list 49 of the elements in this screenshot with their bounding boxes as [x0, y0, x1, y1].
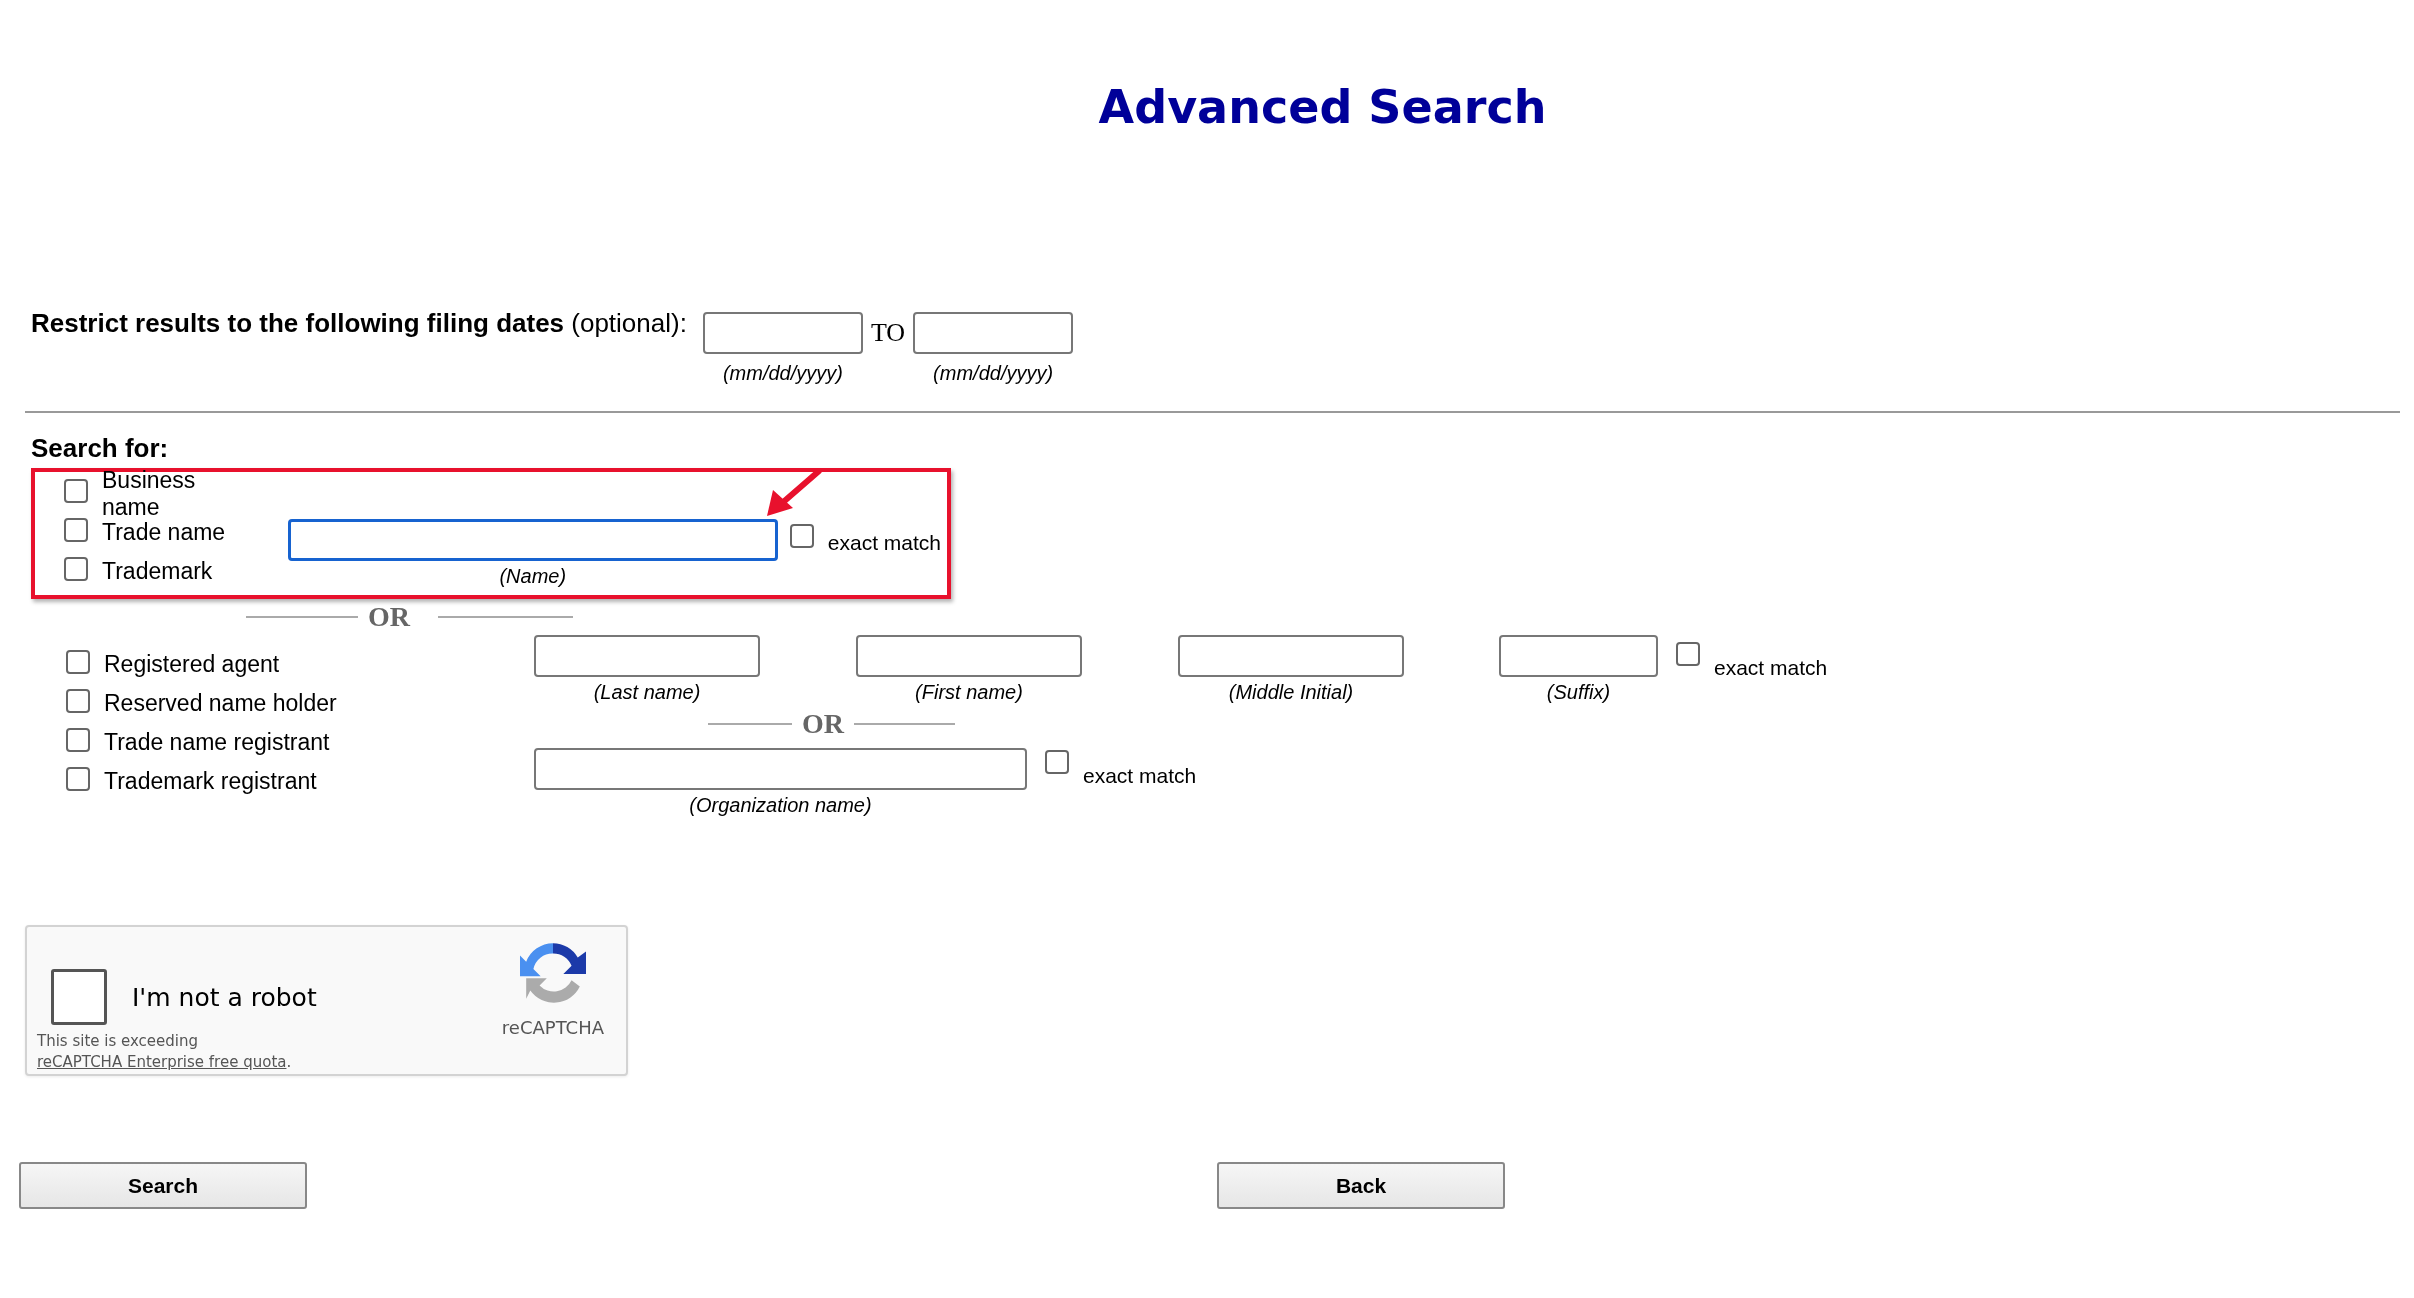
quota-link[interactable]: reCAPTCHA Enterprise free quota — [37, 1053, 287, 1071]
checkbox-label: Trademark — [102, 558, 213, 585]
field-hint: (Organization name) — [689, 794, 872, 817]
checkbox-label: Registered agent — [104, 651, 280, 678]
field-hint: (Middle Initial) — [1228, 681, 1354, 704]
field-hint: (Suffix) — [1546, 681, 1611, 704]
field-hint: (Name) — [499, 565, 567, 588]
checkbox[interactable] — [66, 727, 90, 752]
checkbox[interactable] — [789, 524, 814, 548]
section-heading: Search for: — [31, 433, 170, 464]
checkbox[interactable] — [66, 649, 90, 674]
name-field[interactable] — [1178, 635, 1404, 677]
captcha-notice: This site is exceeding reCAPTCHA Enterprise free quota. — [37, 1031, 293, 1073]
checkbox-label: Trademark registrant — [104, 768, 317, 795]
field-hint: (mm/dd/yyyy) — [722, 362, 843, 385]
name-field[interactable] — [534, 635, 760, 677]
page-title: Advanced Search — [1097, 80, 1548, 134]
checkbox[interactable] — [64, 517, 88, 542]
captcha-brand: reCAPTCHA — [501, 1017, 604, 1038]
checkbox-label: Business name — [102, 466, 197, 521]
organization-field[interactable] — [534, 748, 1027, 790]
filing-dates-label: Restrict results to the following filing dates (optional): — [31, 308, 687, 339]
or-separator: OR — [802, 708, 844, 740]
field-hint: (mm/dd/yyyy) — [933, 362, 1054, 385]
form-button[interactable]: Search — [19, 1162, 307, 1209]
or-separator: OR — [368, 601, 410, 633]
checkbox-label: Trade name — [102, 519, 226, 546]
checkbox[interactable] — [66, 688, 90, 713]
checkbox[interactable] — [64, 478, 88, 503]
field-hint: (First name) — [915, 681, 1023, 704]
name-field[interactable] — [856, 635, 1082, 677]
name-field[interactable] — [287, 519, 778, 561]
date-field[interactable] — [913, 312, 1074, 354]
checkbox[interactable] — [64, 556, 88, 581]
checkbox[interactable] — [1045, 750, 1069, 774]
checkbox[interactable] — [66, 766, 90, 791]
checkbox-label: exact match — [827, 531, 941, 555]
field-hint: (Last name) — [593, 681, 701, 704]
date-field[interactable] — [702, 312, 863, 354]
checkbox-label: Trade name registrant — [104, 729, 330, 756]
to-label: TO — [870, 318, 906, 348]
name-field[interactable] — [1499, 635, 1658, 677]
checkbox-label: Reserved name holder — [104, 690, 337, 717]
captcha-label: I'm not a robot — [132, 982, 317, 1012]
checkbox[interactable] — [1676, 642, 1700, 666]
checkbox-label: exact match — [1714, 656, 1828, 680]
captcha-checkbox[interactable] — [51, 969, 107, 1025]
form-button[interactable]: Back — [1217, 1162, 1505, 1209]
checkbox-label: exact match — [1083, 764, 1197, 788]
